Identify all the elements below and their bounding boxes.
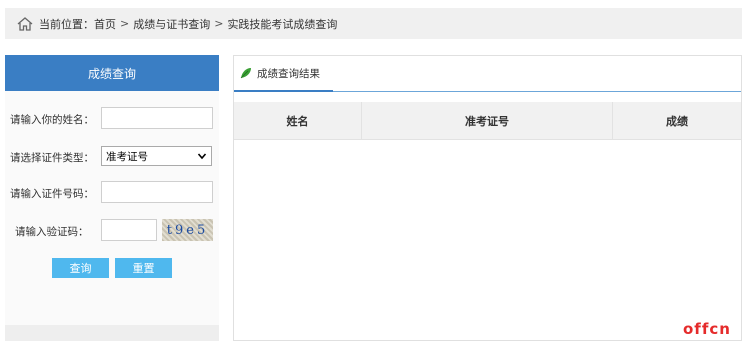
tab-results[interactable]: 成绩查询结果 xyxy=(234,56,333,92)
tab-results-label: 成绩查询结果 xyxy=(257,67,320,80)
breadcrumb-separator: > xyxy=(214,17,224,30)
query-button[interactable]: 查询 xyxy=(52,258,109,278)
id-type-row: 请选择证件类型： 准考证号 xyxy=(5,145,219,169)
id-number-input[interactable] xyxy=(101,181,213,203)
breadcrumb-prefix: 当前位置： xyxy=(39,17,94,31)
column-header-score: 成绩 xyxy=(612,102,741,139)
query-panel: 成绩查询 请输入你的姓名： 请选择证件类型： 准考证号 请输入证件号码： 请输入… xyxy=(5,55,219,341)
captcha-row: 请输入验证码： t9e5 xyxy=(5,219,219,243)
results-panel: 成绩查询结果 姓名 准考证号 成绩 xyxy=(233,55,742,341)
results-tab-bar: 成绩查询结果 xyxy=(234,56,741,92)
breadcrumb-home-link[interactable]: 首页 xyxy=(94,16,116,32)
watermark-logo: offcn xyxy=(683,320,731,338)
breadcrumb: 当前位置： 首页 > 成绩与证书查询 > 实践技能考试成绩查询 xyxy=(5,8,742,39)
captcha-input[interactable] xyxy=(101,219,157,241)
id-number-label: 请输入证件号码： xyxy=(10,188,94,200)
query-panel-title: 成绩查询 xyxy=(5,55,219,91)
breadcrumb-section-link[interactable]: 成绩与证书查询 xyxy=(133,16,210,32)
breadcrumb-separator: > xyxy=(120,17,130,30)
name-label: 请输入你的姓名： xyxy=(10,114,94,126)
captcha-label: 请输入验证码： xyxy=(15,226,89,238)
id-type-label: 请选择证件类型： xyxy=(10,152,94,164)
leaf-icon xyxy=(240,67,252,79)
column-header-ticket-number: 准考证号 xyxy=(361,102,612,139)
breadcrumb-current: 实践技能考试成绩查询 xyxy=(227,17,338,31)
results-table-header: 姓名 准考证号 成绩 xyxy=(234,102,741,140)
name-input[interactable] xyxy=(101,107,213,129)
id-number-row: 请输入证件号码： xyxy=(5,181,219,205)
id-type-select[interactable]: 准考证号 xyxy=(101,146,212,166)
id-type-selected: 准考证号 xyxy=(106,150,148,163)
reset-button[interactable]: 重置 xyxy=(115,258,172,278)
home-icon[interactable] xyxy=(17,16,33,31)
column-header-name: 姓名 xyxy=(286,114,309,128)
name-row: 请输入你的姓名： xyxy=(5,107,219,131)
chevron-down-icon xyxy=(197,151,207,161)
captcha-image[interactable]: t9e5 xyxy=(162,219,213,241)
